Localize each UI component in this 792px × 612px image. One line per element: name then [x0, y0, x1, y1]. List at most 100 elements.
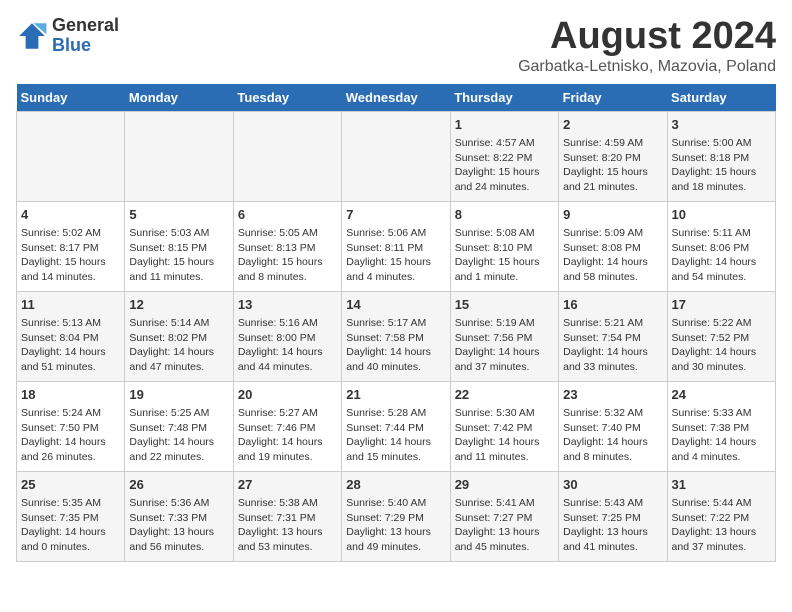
weekday-header-tuesday: Tuesday [233, 84, 341, 112]
calendar-week-row: 4 Sunrise: 5:02 AM Sunset: 8:17 PM Daylig… [17, 201, 776, 291]
day-number: 28 [346, 476, 445, 494]
calendar-cell: 12 Sunrise: 5:14 AM Sunset: 8:02 PM Dayli… [125, 291, 233, 381]
calendar-cell: 23 Sunrise: 5:32 AM Sunset: 7:40 PM Dayli… [559, 381, 667, 471]
calendar-cell: 25Sunrise: 5:35 AM Sunset: 7:35 PM Dayli… [17, 471, 125, 561]
day-info: Sunrise: 5:38 AM Sunset: 7:31 PM Dayligh… [238, 496, 337, 555]
calendar-cell: 2Sunrise: 4:59 AM Sunset: 8:20 PM Daylig… [559, 111, 667, 201]
day-number: 4 [21, 206, 120, 224]
day-info: Sunrise: 4:57 AM Sunset: 8:22 PM Dayligh… [455, 136, 554, 195]
calendar-cell: 29Sunrise: 5:41 AM Sunset: 7:27 PM Dayli… [450, 471, 558, 561]
day-info: Sunrise: 5:05 AM Sunset: 8:13 PM Dayligh… [238, 226, 337, 285]
day-number: 31 [672, 476, 771, 494]
day-info: Sunrise: 5:22 AM Sunset: 7:52 PM Dayligh… [672, 316, 771, 375]
day-info: Sunrise: 5:41 AM Sunset: 7:27 PM Dayligh… [455, 496, 554, 555]
calendar-week-row: 25Sunrise: 5:35 AM Sunset: 7:35 PM Dayli… [17, 471, 776, 561]
day-info: Sunrise: 5:14 AM Sunset: 8:02 PM Dayligh… [129, 316, 228, 375]
weekday-header-wednesday: Wednesday [342, 84, 450, 112]
day-info: Sunrise: 5:19 AM Sunset: 7:56 PM Dayligh… [455, 316, 554, 375]
day-info: Sunrise: 5:27 AM Sunset: 7:46 PM Dayligh… [238, 406, 337, 465]
calendar-cell [342, 111, 450, 201]
calendar-cell: 20Sunrise: 5:27 AM Sunset: 7:46 PM Dayli… [233, 381, 341, 471]
calendar-week-row: 1 Sunrise: 4:57 AM Sunset: 8:22 PM Daylig… [17, 111, 776, 201]
calendar-cell: 21 Sunrise: 5:28 AM Sunset: 7:44 PM Dayli… [342, 381, 450, 471]
day-number: 25 [21, 476, 120, 494]
calendar-cell: 22 Sunrise: 5:30 AM Sunset: 7:42 PM Dayli… [450, 381, 558, 471]
calendar-cell: 13 Sunrise: 5:16 AM Sunset: 8:00 PM Dayli… [233, 291, 341, 381]
day-info: Sunrise: 4:59 AM Sunset: 8:20 PM Dayligh… [563, 136, 662, 195]
calendar-cell: 14Sunrise: 5:17 AM Sunset: 7:58 PM Dayli… [342, 291, 450, 381]
calendar-cell: 30 Sunrise: 5:43 AM Sunset: 7:25 PM Dayli… [559, 471, 667, 561]
day-info: Sunrise: 5:16 AM Sunset: 8:00 PM Dayligh… [238, 316, 337, 375]
calendar-cell [233, 111, 341, 201]
calendar-cell: 16 Sunrise: 5:21 AM Sunset: 7:54 PM Dayli… [559, 291, 667, 381]
weekday-header-friday: Friday [559, 84, 667, 112]
day-number: 13 [238, 296, 337, 314]
logo-blue: Blue [52, 36, 119, 56]
calendar-cell: 18Sunrise: 5:24 AM Sunset: 7:50 PM Dayli… [17, 381, 125, 471]
day-number: 10 [672, 206, 771, 224]
calendar-cell: 19 Sunrise: 5:25 AM Sunset: 7:48 PM Dayli… [125, 381, 233, 471]
day-number: 1 [455, 116, 554, 134]
day-number: 22 [455, 386, 554, 404]
calendar-cell: 7Sunrise: 5:06 AM Sunset: 8:11 PM Daylig… [342, 201, 450, 291]
calendar-cell: 3 Sunrise: 5:00 AM Sunset: 8:18 PM Daylig… [667, 111, 775, 201]
logo-icon [16, 20, 48, 52]
calendar-cell [125, 111, 233, 201]
day-info: Sunrise: 5:25 AM Sunset: 7:48 PM Dayligh… [129, 406, 228, 465]
page-header: General Blue August 2024 Garbatka-Letnis… [16, 16, 776, 76]
day-info: Sunrise: 5:28 AM Sunset: 7:44 PM Dayligh… [346, 406, 445, 465]
calendar-week-row: 11 Sunrise: 5:13 AM Sunset: 8:04 PM Dayli… [17, 291, 776, 381]
calendar-subtitle: Garbatka-Letnisko, Mazovia, Poland [518, 58, 776, 76]
day-number: 17 [672, 296, 771, 314]
weekday-header-monday: Monday [125, 84, 233, 112]
day-info: Sunrise: 5:36 AM Sunset: 7:33 PM Dayligh… [129, 496, 228, 555]
day-number: 26 [129, 476, 228, 494]
day-number: 24 [672, 386, 771, 404]
calendar-cell: 28 Sunrise: 5:40 AM Sunset: 7:29 PM Dayli… [342, 471, 450, 561]
day-info: Sunrise: 5:17 AM Sunset: 7:58 PM Dayligh… [346, 316, 445, 375]
calendar-cell [17, 111, 125, 201]
day-number: 11 [21, 296, 120, 314]
day-number: 12 [129, 296, 228, 314]
day-info: Sunrise: 5:02 AM Sunset: 8:17 PM Dayligh… [21, 226, 120, 285]
day-number: 3 [672, 116, 771, 134]
day-number: 21 [346, 386, 445, 404]
day-info: Sunrise: 5:32 AM Sunset: 7:40 PM Dayligh… [563, 406, 662, 465]
day-number: 6 [238, 206, 337, 224]
calendar-cell: 5Sunrise: 5:03 AM Sunset: 8:15 PM Daylig… [125, 201, 233, 291]
calendar-table: SundayMondayTuesdayWednesdayThursdayFrid… [16, 84, 776, 562]
calendar-cell: 11 Sunrise: 5:13 AM Sunset: 8:04 PM Dayli… [17, 291, 125, 381]
calendar-cell: 1 Sunrise: 4:57 AM Sunset: 8:22 PM Daylig… [450, 111, 558, 201]
day-info: Sunrise: 5:30 AM Sunset: 7:42 PM Dayligh… [455, 406, 554, 465]
day-info: Sunrise: 5:40 AM Sunset: 7:29 PM Dayligh… [346, 496, 445, 555]
calendar-cell: 27 Sunrise: 5:38 AM Sunset: 7:31 PM Dayli… [233, 471, 341, 561]
logo: General Blue [16, 16, 119, 56]
day-number: 8 [455, 206, 554, 224]
day-info: Sunrise: 5:44 AM Sunset: 7:22 PM Dayligh… [672, 496, 771, 555]
title-block: August 2024 Garbatka-Letnisko, Mazovia, … [518, 16, 776, 76]
day-number: 15 [455, 296, 554, 314]
day-number: 30 [563, 476, 662, 494]
logo-text: General Blue [52, 16, 119, 56]
day-info: Sunrise: 5:09 AM Sunset: 8:08 PM Dayligh… [563, 226, 662, 285]
day-number: 5 [129, 206, 228, 224]
weekday-header-sunday: Sunday [17, 84, 125, 112]
day-number: 19 [129, 386, 228, 404]
day-info: Sunrise: 5:00 AM Sunset: 8:18 PM Dayligh… [672, 136, 771, 195]
day-info: Sunrise: 5:21 AM Sunset: 7:54 PM Dayligh… [563, 316, 662, 375]
day-info: Sunrise: 5:24 AM Sunset: 7:50 PM Dayligh… [21, 406, 120, 465]
day-info: Sunrise: 5:11 AM Sunset: 8:06 PM Dayligh… [672, 226, 771, 285]
day-info: Sunrise: 5:13 AM Sunset: 8:04 PM Dayligh… [21, 316, 120, 375]
day-number: 27 [238, 476, 337, 494]
calendar-cell: 6 Sunrise: 5:05 AM Sunset: 8:13 PM Daylig… [233, 201, 341, 291]
calendar-week-row: 18Sunrise: 5:24 AM Sunset: 7:50 PM Dayli… [17, 381, 776, 471]
day-number: 16 [563, 296, 662, 314]
day-info: Sunrise: 5:43 AM Sunset: 7:25 PM Dayligh… [563, 496, 662, 555]
day-number: 23 [563, 386, 662, 404]
calendar-cell: 10 Sunrise: 5:11 AM Sunset: 8:06 PM Dayli… [667, 201, 775, 291]
calendar-cell: 15 Sunrise: 5:19 AM Sunset: 7:56 PM Dayli… [450, 291, 558, 381]
calendar-cell: 4 Sunrise: 5:02 AM Sunset: 8:17 PM Daylig… [17, 201, 125, 291]
calendar-cell: 17 Sunrise: 5:22 AM Sunset: 7:52 PM Dayli… [667, 291, 775, 381]
weekday-header-thursday: Thursday [450, 84, 558, 112]
calendar-cell: 31 Sunrise: 5:44 AM Sunset: 7:22 PM Dayli… [667, 471, 775, 561]
